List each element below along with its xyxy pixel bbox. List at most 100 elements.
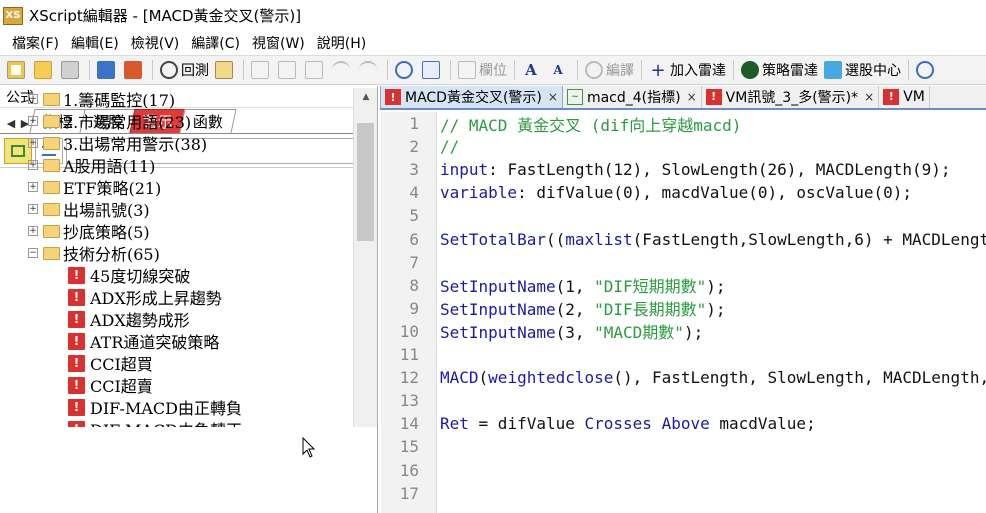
tree-folder[interactable]: + A股用語(11): [0, 154, 352, 176]
selection-center-button[interactable]: 選股中心: [821, 58, 904, 82]
paste-icon: [305, 61, 323, 79]
save-button[interactable]: [58, 58, 85, 82]
folder-open-icon: [34, 61, 52, 79]
tree-folder[interactable]: + 抄底策略(5): [0, 220, 352, 242]
expand-icon[interactable]: +: [28, 116, 38, 126]
tree-folder[interactable]: + 出場訊號(3): [0, 198, 352, 220]
tree-item-label: 1.籌碼監控(17): [63, 91, 176, 110]
menu-file[interactable]: 檔案(F): [6, 33, 65, 53]
menu-edit[interactable]: 編輯(E): [65, 33, 125, 53]
tree-item[interactable]: ! CCI超買: [0, 352, 352, 374]
menu-bar: 檔案(F) 編輯(E) 檢視(V) 編譯(C) 視窗(W) 說明(H): [0, 31, 986, 55]
strategy-radar-button[interactable]: 策略雷達: [738, 58, 821, 82]
back-test-button[interactable]: 回測: [157, 58, 212, 82]
line-number: 4: [409, 183, 419, 203]
code-line[interactable]: // MACD 黃金交叉 (dif向上穿越macd): [437, 112, 986, 135]
code-editor[interactable]: // MACD 黃金交叉 (dif向上穿越macd)//input: FastL…: [437, 112, 986, 513]
code-token: SetTotalBar: [440, 229, 546, 249]
code-line[interactable]: //: [437, 135, 986, 158]
menu-view[interactable]: 檢視(V): [125, 33, 186, 53]
scissors-icon: [278, 61, 296, 79]
tree-item[interactable]: ! ATR通道突破策略: [0, 330, 352, 352]
close-icon[interactable]: ×: [687, 90, 697, 104]
expand-icon[interactable]: +: [28, 204, 38, 214]
code-line[interactable]: [437, 389, 986, 412]
menu-help[interactable]: 說明(H): [311, 33, 372, 53]
expand-icon[interactable]: +: [28, 138, 38, 148]
code-line[interactable]: Ret = difValue Crosses Above macdValue;: [437, 412, 986, 435]
line-number: 1: [409, 114, 419, 133]
paste-button[interactable]: [302, 58, 329, 82]
tree-folder[interactable]: +2.市場常用語(23): [0, 110, 352, 132]
tree-folder[interactable]: +3.出場常用警示(38): [0, 132, 352, 154]
open-folder-button[interactable]: [31, 58, 58, 82]
line-number: 8: [409, 275, 419, 295]
code-line[interactable]: MACD(weightedclose(), FastLength, SlowLe…: [437, 366, 986, 389]
export-button[interactable]: [121, 58, 148, 82]
code-line[interactable]: SetTotalBar((maxlist(FastLength,SlowLeng…: [437, 227, 986, 250]
close-icon[interactable]: ×: [548, 90, 558, 104]
tree-item[interactable]: ! ADX趨勢成形: [0, 308, 352, 330]
find-button[interactable]: [392, 58, 419, 82]
back-test-label: 回測: [181, 63, 209, 79]
expand-icon[interactable]: +: [28, 182, 38, 192]
tree-item[interactable]: ! 45度切線突破: [0, 264, 352, 286]
scroll-up-icon[interactable]: ▲: [354, 88, 378, 106]
clipboard-icon: [215, 61, 233, 79]
tree-folder[interactable]: + ETF策略(21): [0, 176, 352, 198]
code-token: weightedclose: [488, 368, 614, 388]
tree-scrollbar[interactable]: ▲: [353, 88, 377, 427]
tree-item[interactable]: ! DIF-MACD由正轉負: [0, 396, 352, 418]
editor-tab[interactable]: ! MACD黃金交叉(警示) ×: [380, 86, 563, 108]
redo-icon: [359, 61, 377, 79]
expand-icon[interactable]: +: [28, 94, 38, 104]
tree-folder[interactable]: − 技術分析(65): [0, 242, 352, 264]
code-line[interactable]: variable: difValue(0), macdValue(0), osc…: [437, 181, 986, 204]
code-line[interactable]: SetInputName(3, "MACD期數");: [437, 320, 986, 343]
expand-icon[interactable]: +: [28, 160, 38, 170]
editor-tab[interactable]: ! VM訊號_3_多(警示)* ×: [701, 86, 880, 108]
title-bar: XS XScript編輯器 - [MACD黃金交叉(警示)]: [0, 0, 986, 31]
font-larger-button[interactable]: A: [519, 58, 546, 82]
tree-item[interactable]: ! ADX形成上昇趨勢: [0, 286, 352, 308]
folder-icon: [43, 92, 60, 106]
undo-button[interactable]: [329, 58, 356, 82]
menu-window[interactable]: 視窗(W): [246, 33, 311, 53]
code-token: Crosses Above: [584, 414, 710, 434]
replace-button[interactable]: [419, 58, 446, 82]
tag-icon: [458, 61, 476, 79]
menu-compile[interactable]: 編譯(C): [185, 33, 246, 53]
search-tool-button[interactable]: [913, 58, 940, 82]
code-line[interactable]: [437, 343, 986, 366]
editor-tab[interactable]: ! VM: [879, 86, 930, 108]
code-line[interactable]: SetInputName(2, "DIF長期期數");: [437, 297, 986, 320]
tree-item[interactable]: ! CCI超賣: [0, 374, 352, 396]
collapse-icon[interactable]: −: [28, 248, 38, 258]
font-smaller-button[interactable]: A: [546, 58, 573, 82]
redo-button[interactable]: [356, 58, 383, 82]
editor-tab[interactable]: ~ macd_4(指標) ×: [562, 86, 702, 108]
compile-button[interactable]: 編譯: [582, 58, 637, 82]
code-line[interactable]: [437, 251, 986, 274]
scroll-thumb[interactable]: [357, 123, 374, 241]
code-line[interactable]: [437, 482, 986, 505]
cut-button[interactable]: [275, 58, 302, 82]
close-icon[interactable]: ×: [864, 90, 874, 104]
tree-folder[interactable]: +1.籌碼監控(17): [0, 88, 352, 110]
new-file-button[interactable]: [4, 58, 31, 82]
add-radar-button[interactable]: + 加入雷達: [646, 58, 729, 82]
import-button[interactable]: [94, 58, 121, 82]
code-token: Ret: [440, 414, 469, 434]
copy-button[interactable]: [248, 58, 275, 82]
code-line[interactable]: SetInputName(1, "DIF短期期數");: [437, 274, 986, 297]
code-line[interactable]: [437, 204, 986, 227]
code-line[interactable]: input: FastLength(12), SlowLength(26), M…: [437, 158, 986, 181]
code-line[interactable]: [437, 458, 986, 481]
window-title: XScript編輯器 - [MACD黃金交叉(警示)]: [29, 7, 302, 25]
report-button[interactable]: [212, 58, 239, 82]
expand-icon[interactable]: +: [28, 226, 38, 236]
tree-item[interactable]: ! DIF-MACD由負轉正: [0, 418, 352, 427]
code-token: MACD: [440, 368, 479, 388]
field-button[interactable]: 欄位: [455, 58, 510, 82]
code-line[interactable]: [437, 435, 986, 458]
